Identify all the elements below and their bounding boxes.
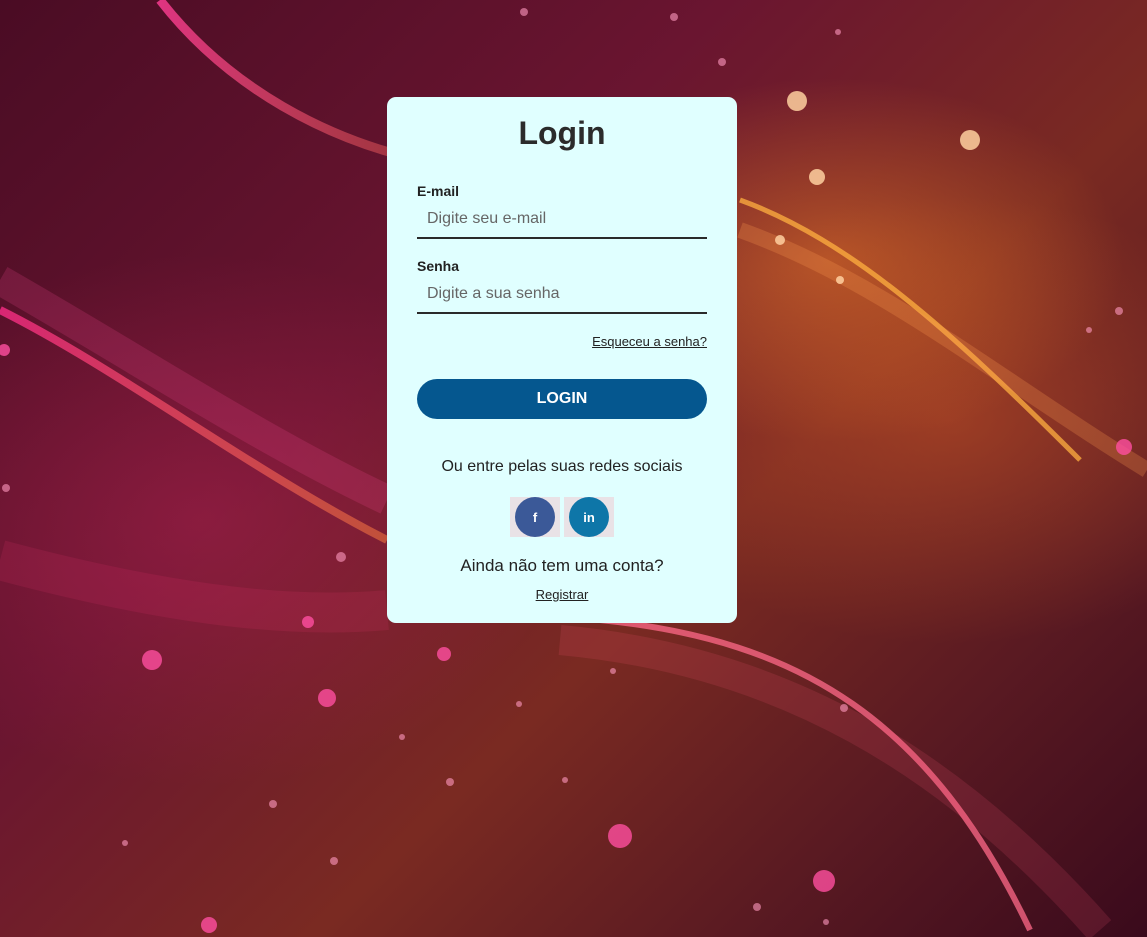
facebook-icon: f [532,509,538,525]
email-label: E-mail [417,183,460,199]
email-field[interactable] [417,205,707,237]
login-card: Login E-mail Senha Esqueceu a senha? LOG… [387,97,737,623]
login-button[interactable]: LOGIN [417,379,707,419]
social-buttons: f in [510,497,614,537]
linkedin-button[interactable]: in [569,497,609,537]
no-account-text: Ainda não tem uma conta? [460,556,664,575]
social-login-prompt: Ou entre pelas suas redes sociais [441,458,683,475]
register-container: Registrar [387,587,737,602]
password-field[interactable] [417,280,707,312]
password-label: Senha [417,258,460,274]
facebook-button[interactable]: f [515,497,555,537]
linkedin-button-wrapper: in [564,497,614,537]
forgot-password-link[interactable]: Esqueceu a senha? [592,334,707,349]
email-field-container [417,205,707,239]
page-title: Login [518,115,606,151]
register-link[interactable]: Registrar [536,587,589,602]
linkedin-icon: in [583,509,595,525]
password-field-container [417,280,707,314]
facebook-button-wrapper: f [510,497,560,537]
